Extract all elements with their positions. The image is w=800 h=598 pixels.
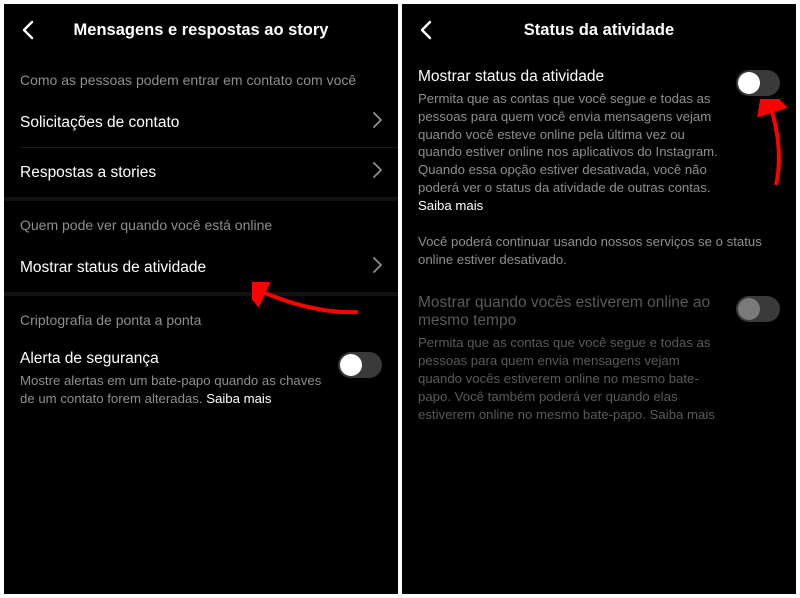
security-alert-toggle[interactable] xyxy=(338,352,382,378)
learn-more-link[interactable]: Saiba mais xyxy=(418,198,483,213)
row-activity-status[interactable]: Mostrar status de atividade xyxy=(4,243,398,292)
learn-more-link[interactable]: Saiba mais xyxy=(206,391,271,406)
toggle-title: Alerta de segurança xyxy=(20,350,324,368)
toggle-title: Mostrar quando vocês estiverem online ao… xyxy=(418,294,722,330)
toggle-text: Mostrar quando vocês estiverem online ao… xyxy=(418,294,722,423)
section-header-online: Quem pode ver quando você está online xyxy=(4,201,398,243)
chevron-right-icon xyxy=(373,112,382,133)
back-button[interactable] xyxy=(412,16,440,44)
row-contact-requests[interactable]: Solicitações de contato xyxy=(4,98,398,147)
toggle-text: Alerta de segurança Mostre alertas em um… xyxy=(20,350,324,408)
row-security-alert: Alerta de segurança Mostre alertas em um… xyxy=(4,338,398,422)
toggle-desc: Permita que as contas que você segue e t… xyxy=(418,334,722,423)
page-title: Status da atividade xyxy=(440,21,786,40)
info-note: Você poderá continuar usando nossos serv… xyxy=(402,229,796,283)
row-show-activity-status: Mostrar status da atividade Permita que … xyxy=(402,56,796,229)
row-label: Respostas a stories xyxy=(20,164,373,182)
row-story-replies[interactable]: Respostas a stories xyxy=(4,148,398,197)
back-button[interactable] xyxy=(14,16,42,44)
chevron-left-icon xyxy=(419,20,433,40)
screen-activity-status: Status da atividade Mostrar status da at… xyxy=(402,4,796,594)
chevron-right-icon xyxy=(373,257,382,278)
row-show-online-together: Mostrar quando vocês estiverem online ao… xyxy=(402,282,796,437)
toggle-desc: Mostre alertas em um bate-papo quando as… xyxy=(20,372,324,408)
row-label: Solicitações de contato xyxy=(20,114,373,132)
row-label: Mostrar status de atividade xyxy=(20,259,373,277)
online-together-toggle[interactable] xyxy=(736,296,780,322)
page-title: Mensagens e respostas ao story xyxy=(42,21,388,40)
toggle-desc: Permita que as contas que você segue e t… xyxy=(418,90,722,215)
header: Status da atividade xyxy=(402,4,796,56)
activity-status-toggle[interactable] xyxy=(736,70,780,96)
learn-more-link[interactable]: Saiba mais xyxy=(650,407,715,422)
toggle-text: Mostrar status da atividade Permita que … xyxy=(418,68,722,215)
section-header-encryption: Criptografia de ponta a ponta xyxy=(4,296,398,338)
screen-messages-settings: Mensagens e respostas ao story Como as p… xyxy=(4,4,398,594)
header: Mensagens e respostas ao story xyxy=(4,4,398,56)
section-header-contact: Como as pessoas podem entrar em contato … xyxy=(4,56,398,98)
chevron-left-icon xyxy=(21,20,35,40)
toggle-title: Mostrar status da atividade xyxy=(418,68,722,86)
chevron-right-icon xyxy=(373,162,382,183)
